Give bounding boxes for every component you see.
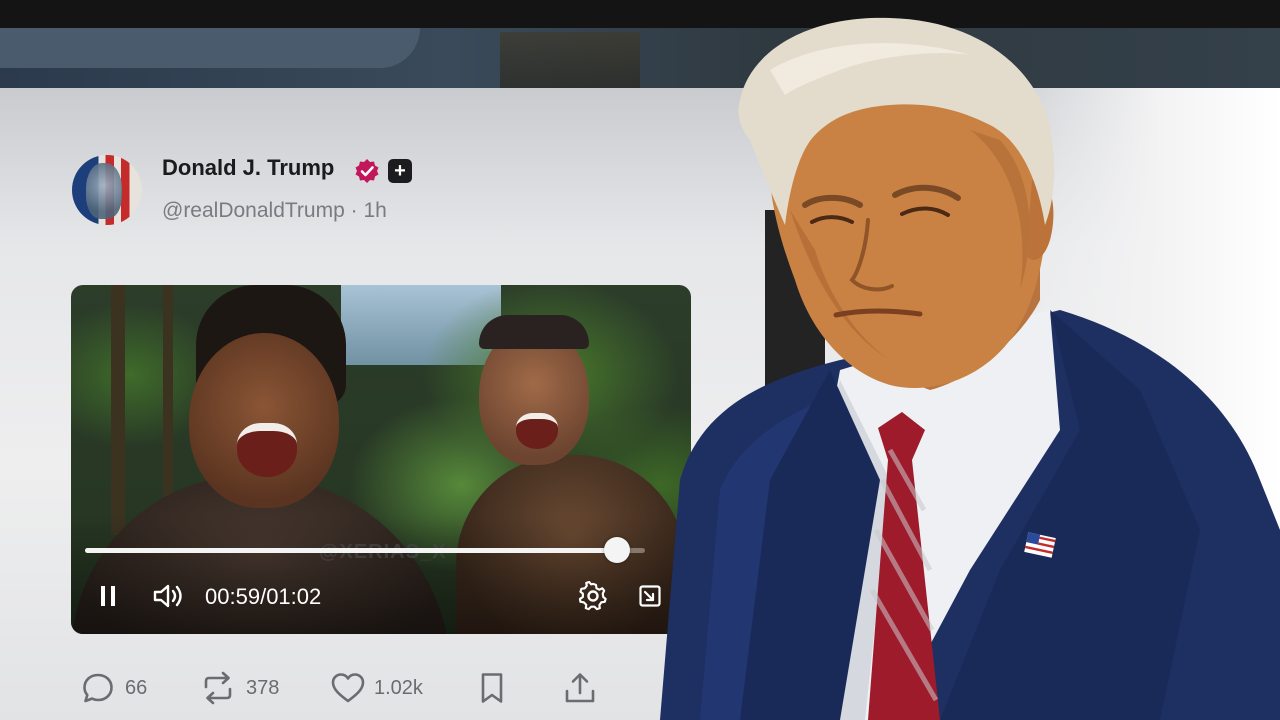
video-figure-right-mouth	[516, 413, 558, 449]
bookmark-button[interactable]	[478, 669, 508, 707]
share-icon	[565, 673, 595, 703]
handle-separator: ·	[350, 199, 358, 222]
person-photo	[660, 17, 1280, 720]
progress-fill	[85, 548, 617, 553]
video-figure-right-hair	[479, 315, 589, 349]
settings-icon[interactable]	[578, 581, 608, 611]
reply-button[interactable]: 66	[81, 669, 161, 707]
banner-machinery	[500, 32, 640, 88]
video-player[interactable]: @XERIAS_X 00:59/01:02	[71, 285, 691, 634]
banner-shape	[0, 28, 420, 68]
bookmark-icon	[481, 673, 503, 703]
like-count: 1.02k	[374, 677, 423, 699]
repost-count: 378	[246, 677, 280, 699]
user-handle[interactable]: @realDonaldTrump	[162, 199, 345, 222]
progress-handle[interactable]	[604, 537, 630, 563]
video-controls-shade	[71, 515, 691, 634]
video-figure-left-mouth	[237, 423, 297, 477]
pause-icon[interactable]	[99, 585, 117, 607]
duration: 01:02	[266, 584, 322, 609]
plus-icon: +	[388, 159, 412, 183]
profile-avatar[interactable]	[72, 155, 142, 225]
share-button[interactable]	[563, 669, 597, 707]
heart-icon	[331, 673, 365, 703]
post-time[interactable]: 1h	[363, 199, 386, 222]
repost-icon	[204, 671, 232, 705]
reply-count: 66	[125, 677, 148, 699]
reply-icon	[83, 673, 113, 703]
repost-button[interactable]: 378	[200, 669, 290, 707]
like-button[interactable]: 1.02k	[330, 669, 430, 707]
verified-badge-icon	[355, 159, 379, 183]
display-name[interactable]: Donald J. Trump	[162, 155, 334, 181]
progress-bar[interactable]	[85, 537, 645, 563]
video-tree-trunk	[111, 285, 125, 535]
video-figure-left-face	[189, 333, 339, 508]
handle-row: @realDonaldTrump · 1h	[162, 199, 387, 223]
volume-icon[interactable]	[153, 582, 185, 610]
time-readout: 00:59/01:02	[205, 584, 321, 610]
avatar-portrait	[86, 163, 122, 219]
current-time: 00:59	[205, 584, 261, 609]
